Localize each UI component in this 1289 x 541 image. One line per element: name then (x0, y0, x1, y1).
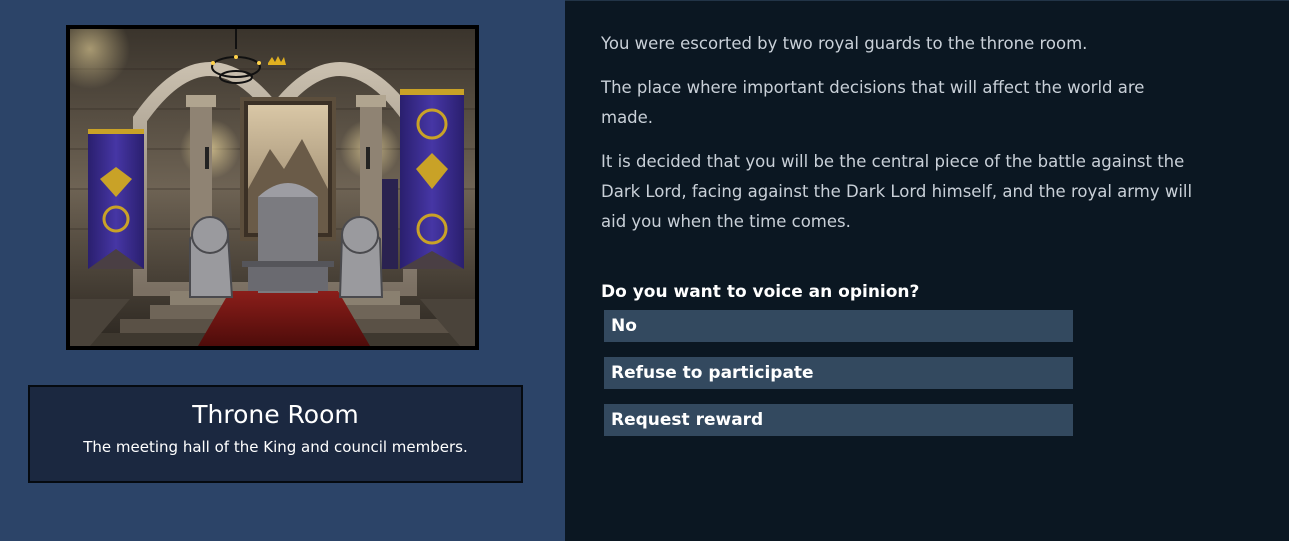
choice-refuse-button[interactable]: Refuse to participate (604, 357, 1073, 389)
location-panel: Throne Room The meeting hall of the King… (0, 0, 565, 541)
location-description: The meeting hall of the King and council… (83, 438, 468, 456)
choice-no-button[interactable]: No (604, 310, 1073, 342)
location-card: Throne Room The meeting hall of the King… (28, 385, 523, 483)
story-paragraph: You were escorted by two royal guards to… (601, 34, 1088, 53)
story-paragraph: The place where important decisions that… (601, 78, 1145, 127)
story-paragraph: It is decided that you will be the centr… (601, 152, 1193, 231)
location-title: Throne Room (192, 400, 359, 429)
throne-room-illustration (70, 29, 475, 346)
scene-image-frame (66, 25, 479, 350)
choice-request-reward-button[interactable]: Request reward (604, 404, 1073, 436)
story-panel: You were escorted by two royal guards to… (565, 0, 1289, 541)
choice-prompt: Do you want to voice an opinion? (601, 282, 920, 302)
story-text: You were escorted by two royal guards to… (601, 29, 1201, 251)
